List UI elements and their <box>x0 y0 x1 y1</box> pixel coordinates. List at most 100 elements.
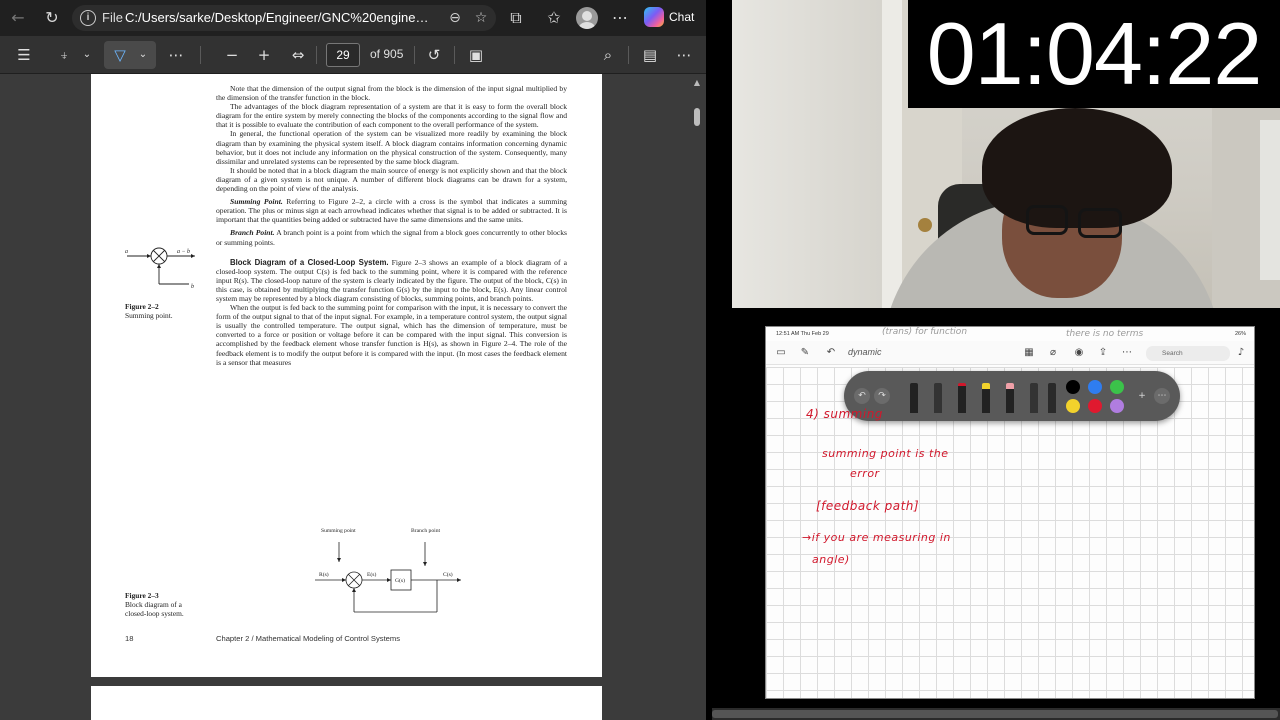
more-menu-icon[interactable]: ⋯ <box>674 45 694 65</box>
handwritten-note: 4) summing <box>806 407 883 421</box>
diagram-label-b: b <box>191 284 194 290</box>
diagram-label-e: E(s) <box>367 571 376 578</box>
zoom-out-icon[interactable]: ⊖ <box>446 9 464 27</box>
microphone-icon[interactable]: ♪ <box>1234 346 1248 360</box>
paragraph: It should be noted that in a block diagr… <box>216 165 567 194</box>
chat-button[interactable]: Chat <box>644 7 694 27</box>
highlighter-tool[interactable] <box>982 383 990 413</box>
redo-icon[interactable]: ↷ <box>874 388 890 404</box>
draw-icon[interactable]: ⍖ <box>54 45 74 65</box>
more-menu-icon[interactable]: ⋯ <box>1154 388 1170 404</box>
handwritten-note: angle) <box>812 553 850 566</box>
file-label: File <box>102 10 123 25</box>
paragraph: Branch Point. A branch point is a point … <box>216 228 567 246</box>
body-text-top: Note that the dimension of the output si… <box>216 84 567 367</box>
extensions-icon[interactable]: ⧉ <box>506 8 526 28</box>
pen-icon[interactable]: ◉ <box>1072 346 1086 360</box>
search-input[interactable]: Search <box>1146 346 1230 361</box>
refresh-icon[interactable]: ↻ <box>42 8 62 28</box>
window <box>1260 120 1280 280</box>
scroll-thumb[interactable] <box>712 710 1278 718</box>
divider <box>414 46 415 64</box>
color-swatch[interactable] <box>1110 399 1124 413</box>
faint-ink: there is no terms <box>1066 329 1144 339</box>
more-tools-icon[interactable]: ⋯ <box>166 45 186 65</box>
horizontal-scrollbar[interactable] <box>712 708 1280 720</box>
closed-loop-heading: Block Diagram of a Closed-Loop System. <box>230 257 389 267</box>
edit-icon[interactable]: ✎ <box>798 346 812 360</box>
diagram-label-a: a <box>125 249 128 255</box>
note-title: dynamic <box>848 347 882 357</box>
more-menu-icon[interactable]: ⋯ <box>610 8 630 28</box>
pen-toolbar: ↶ ↷ + ⋯ <box>844 371 1180 421</box>
paragraph: The advantages of the block diagram repr… <box>216 102 567 130</box>
page-number-input[interactable]: 29 <box>326 43 360 67</box>
zoom-out-icon[interactable]: − <box>222 45 242 65</box>
figure-title: Figure 2–3 <box>125 591 159 600</box>
page-view-icon[interactable]: ▣ <box>466 45 486 65</box>
undo-icon[interactable]: ↶ <box>824 346 838 360</box>
status-time: 12:51 AM Thu Feb 29 <box>776 331 829 337</box>
pen-tool[interactable] <box>1030 383 1038 413</box>
color-swatch[interactable] <box>1066 399 1080 413</box>
figure-caption: Summing point. <box>125 311 173 320</box>
color-swatch[interactable] <box>1066 380 1080 394</box>
pages-icon[interactable]: ▦ <box>1022 346 1036 360</box>
lasso-tool[interactable] <box>1048 383 1056 413</box>
paragraph: Note that the dimension of the output si… <box>216 84 567 103</box>
address-bar: ← ↻ i File C:/Users/sarke/Desktop/Engine… <box>0 0 706 36</box>
fit-page-icon[interactable]: ⇔ <box>288 45 308 65</box>
more-menu-icon[interactable]: ⋯ <box>1120 346 1134 360</box>
divider <box>316 46 317 64</box>
pdf-scrollbar[interactable]: ▲ <box>690 74 704 720</box>
share-icon[interactable]: ⇪ <box>1096 346 1110 360</box>
battery-status: 26% <box>1234 331 1246 337</box>
url-field[interactable]: i File C:/Users/sarke/Desktop/Engineer/G… <box>72 5 496 31</box>
pen-tool[interactable] <box>934 383 942 413</box>
favorite-star-icon[interactable]: ☆ <box>472 9 490 27</box>
color-swatch[interactable] <box>1110 380 1124 394</box>
scroll-up-icon[interactable]: ▲ <box>692 78 702 87</box>
glasses <box>1078 208 1122 238</box>
back-icon[interactable]: ← <box>8 8 28 28</box>
eraser-tool[interactable] <box>1006 383 1014 413</box>
branch-point-heading: Branch Point. <box>230 228 275 238</box>
handwritten-note: summing point is the <box>822 447 949 460</box>
figure-title: Figure 2–2 <box>125 302 159 311</box>
sidebar-icon[interactable]: ▭ <box>774 346 788 360</box>
handwritten-note: error <box>850 467 880 480</box>
door-knob <box>918 218 932 232</box>
scroll-thumb[interactable] <box>694 108 700 126</box>
contents-menu-icon[interactable]: ☰ <box>14 45 34 65</box>
diagram-label-g: G(s) <box>395 577 405 584</box>
zoom-in-icon[interactable]: + <box>254 45 274 65</box>
color-swatch[interactable] <box>1088 380 1102 394</box>
favorites-icon[interactable]: ✩ <box>544 8 564 28</box>
profile-avatar[interactable] <box>576 7 598 29</box>
figure-2-2-caption: Figure 2–2 Summing point. <box>125 302 205 320</box>
page-total: of 905 <box>370 47 404 61</box>
chevron-down-icon[interactable]: ⌄ <box>80 45 94 65</box>
rotate-icon[interactable]: ↺ <box>424 45 444 65</box>
chevron-down-icon[interactable]: ⌄ <box>136 45 150 65</box>
timer-display: 01:04:22 <box>908 0 1280 108</box>
add-tool-icon[interactable]: + <box>1134 388 1150 404</box>
door-frame <box>882 0 902 308</box>
search-icon[interactable]: ⌕ <box>598 45 618 65</box>
undo-icon[interactable]: ↶ <box>854 388 870 404</box>
color-swatch[interactable] <box>1088 399 1102 413</box>
highlight-icon[interactable]: ▽ <box>110 45 130 65</box>
attach-icon[interactable]: ⌀ <box>1046 346 1060 360</box>
handwritten-note: [feedback path] <box>816 499 920 513</box>
pdf-toolbar: ☰ ⍖ ⌄ ▽ ⌄ ⋯ − + ⇔ 29 of 905 ↺ ▣ ⌕ ▤ ⋯ <box>0 36 706 74</box>
pen-tool[interactable] <box>910 383 918 413</box>
pen-tool[interactable] <box>958 383 966 413</box>
browser-window: ← ↻ i File C:/Users/sarke/Desktop/Engine… <box>0 0 706 720</box>
save-icon[interactable]: ▤ <box>640 45 660 65</box>
page-number: 18 <box>125 634 134 643</box>
person-hair <box>982 108 1172 228</box>
notes-toolbar: ▭ ✎ ↶ dynamic ▦ ⌀ ◉ ⇪ ⋯ Search ♪ <box>766 341 1254 365</box>
info-icon[interactable]: i <box>80 10 96 26</box>
paragraph: When the output is fed back to the summi… <box>216 303 567 367</box>
diagram-label-a-minus-b: a − b <box>177 249 190 255</box>
